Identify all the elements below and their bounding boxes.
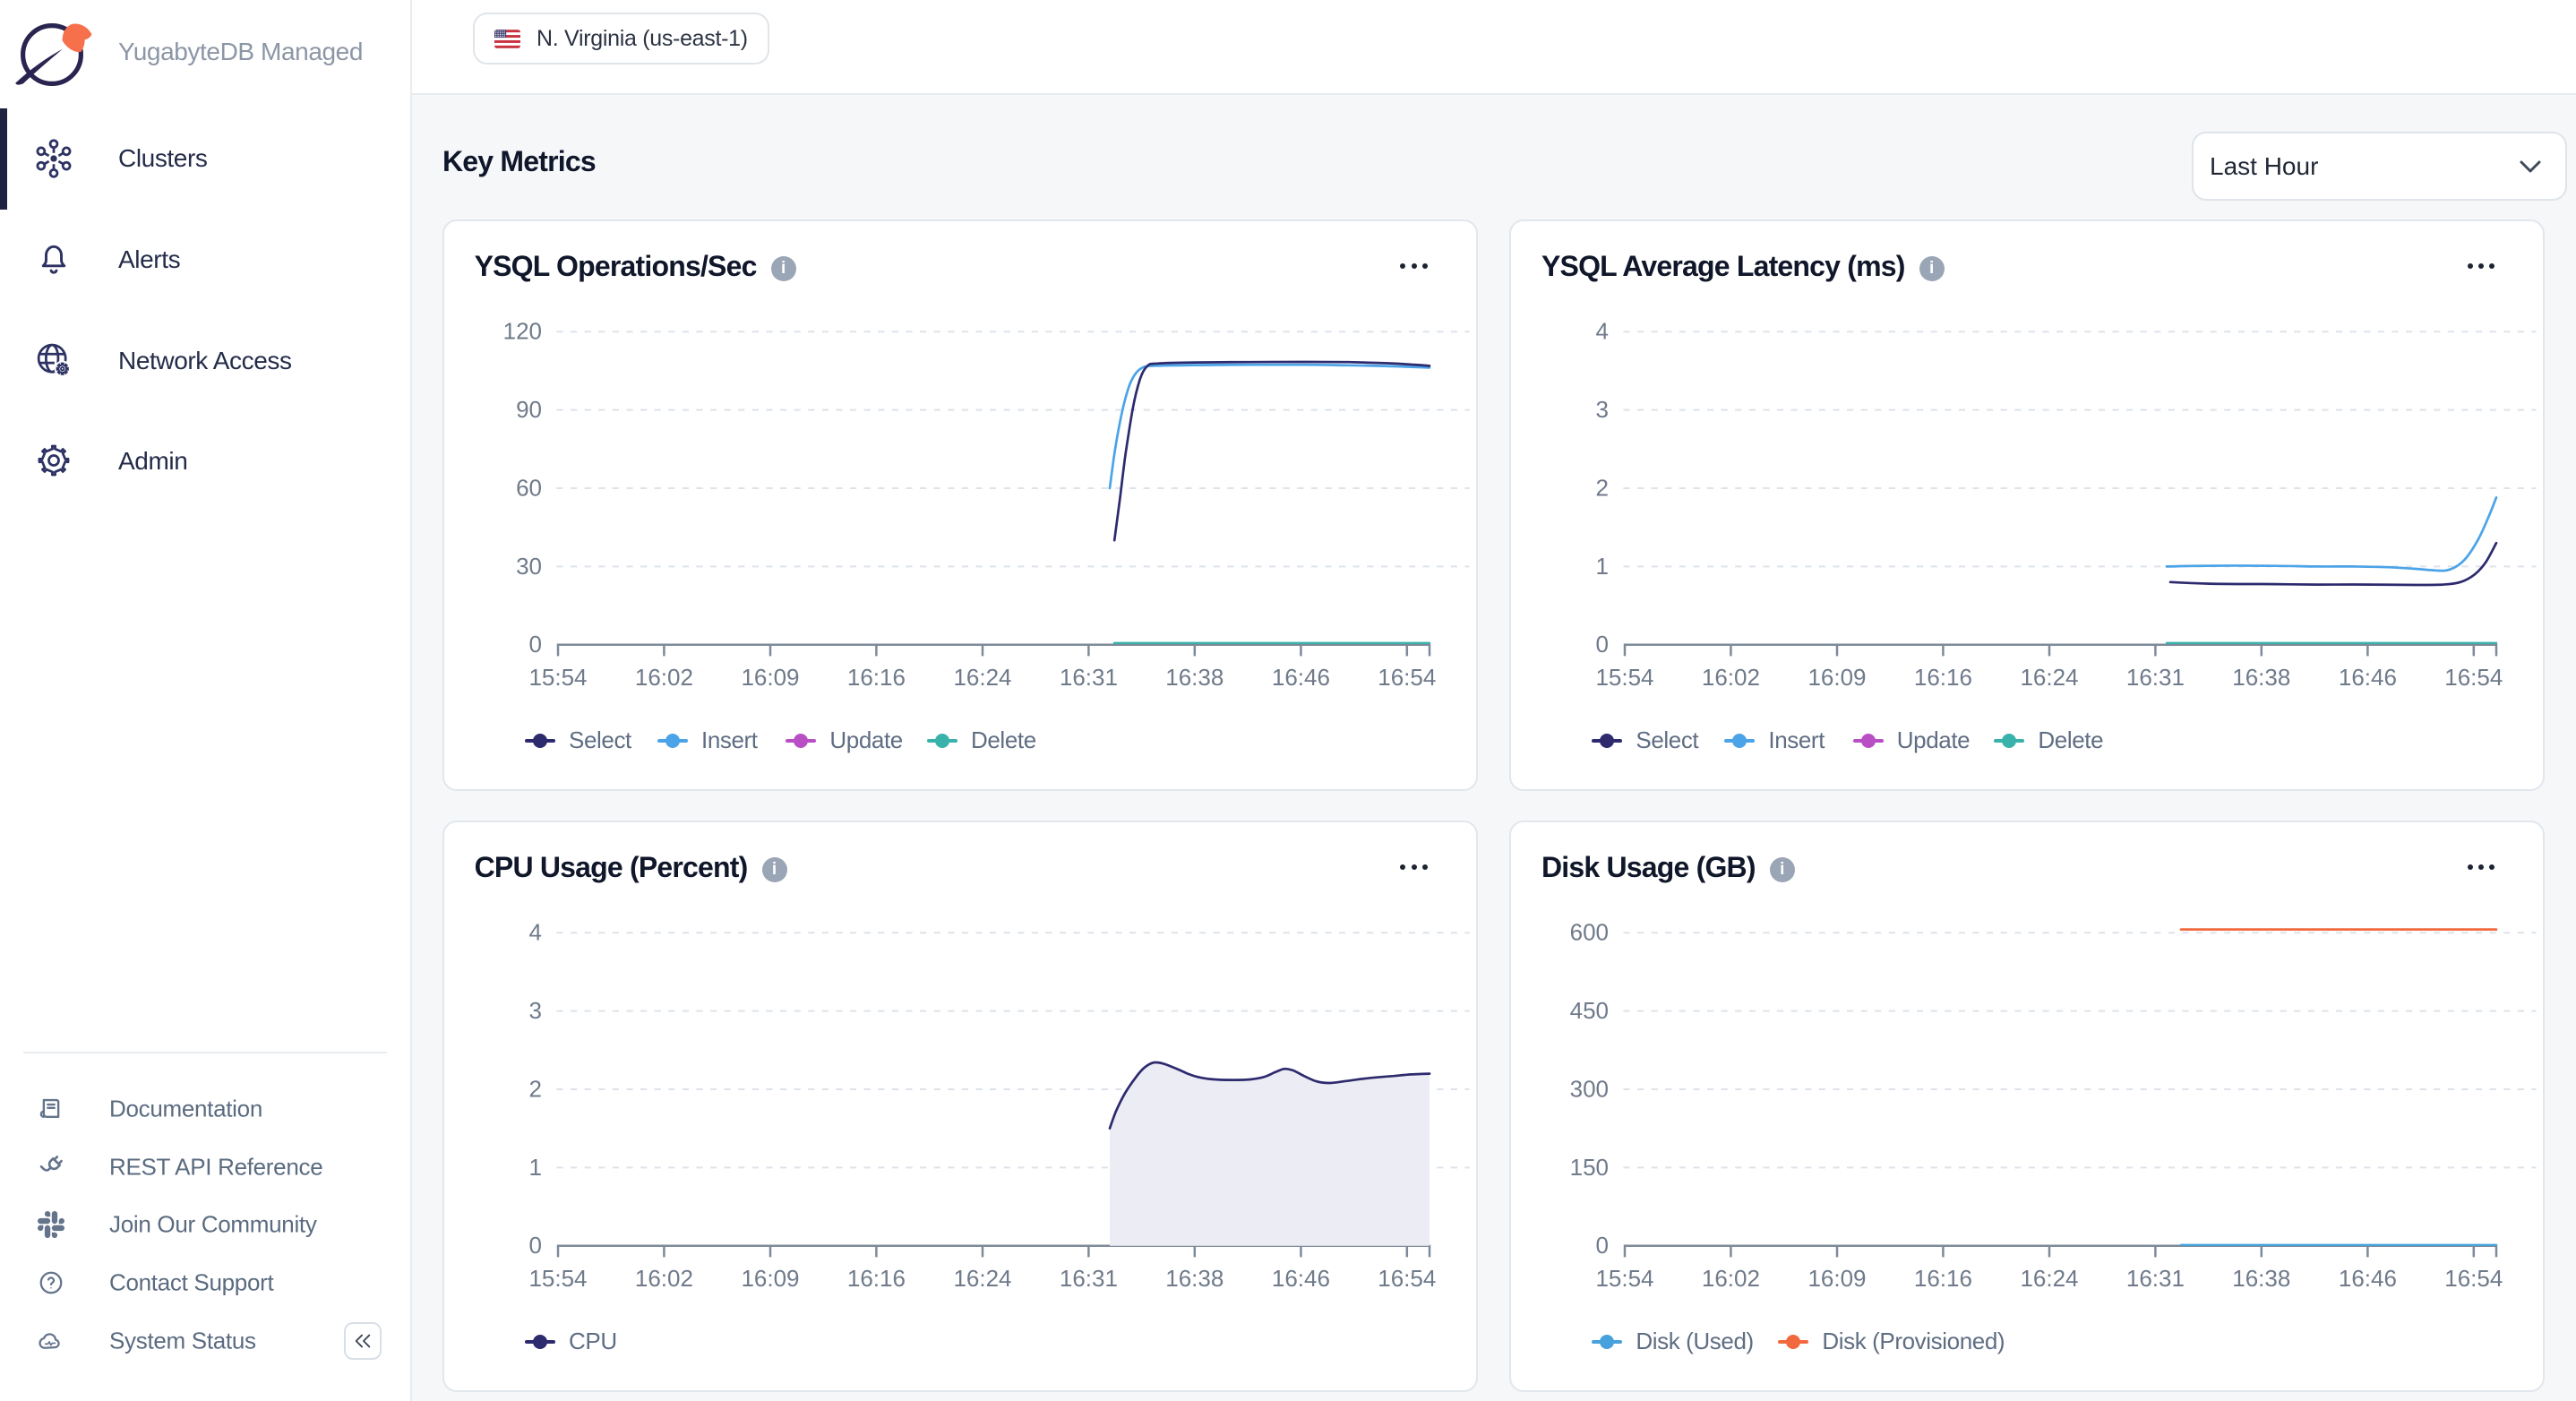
svg-text:16:31: 16:31 bbox=[1060, 664, 1118, 691]
svg-text:16:02: 16:02 bbox=[1702, 1266, 1760, 1293]
svg-text:0: 0 bbox=[1596, 1233, 1609, 1259]
svg-text:0: 0 bbox=[529, 631, 542, 658]
svg-text:16:38: 16:38 bbox=[2233, 1266, 2291, 1293]
svg-text:16:09: 16:09 bbox=[741, 1266, 799, 1293]
svg-text:16:24: 16:24 bbox=[953, 664, 1011, 691]
svg-text:15:54: 15:54 bbox=[1596, 1266, 1654, 1293]
svg-text:4: 4 bbox=[1596, 318, 1609, 345]
svg-text:1: 1 bbox=[1596, 553, 1609, 580]
svg-text:16:54: 16:54 bbox=[2445, 1266, 2503, 1293]
svg-text:90: 90 bbox=[516, 396, 542, 423]
svg-text:120: 120 bbox=[503, 318, 542, 345]
svg-text:2: 2 bbox=[529, 1076, 542, 1103]
svg-text:4: 4 bbox=[529, 919, 542, 946]
svg-text:16:46: 16:46 bbox=[2339, 1266, 2397, 1293]
svg-text:30: 30 bbox=[516, 553, 542, 580]
svg-text:16:24: 16:24 bbox=[953, 1266, 1011, 1293]
svg-text:2: 2 bbox=[1596, 474, 1609, 501]
svg-text:16:09: 16:09 bbox=[1808, 664, 1867, 691]
svg-text:15:54: 15:54 bbox=[1596, 664, 1654, 691]
svg-text:16:16: 16:16 bbox=[847, 1266, 906, 1293]
svg-text:16:54: 16:54 bbox=[1378, 664, 1436, 691]
svg-text:0: 0 bbox=[1596, 631, 1609, 658]
svg-text:16:02: 16:02 bbox=[635, 1266, 693, 1293]
svg-text:16:31: 16:31 bbox=[2126, 664, 2185, 691]
svg-text:16:31: 16:31 bbox=[2126, 1266, 2185, 1293]
svg-text:16:09: 16:09 bbox=[1808, 1266, 1867, 1293]
svg-text:15:54: 15:54 bbox=[528, 664, 587, 691]
svg-text:16:09: 16:09 bbox=[741, 664, 799, 691]
svg-text:16:02: 16:02 bbox=[635, 664, 693, 691]
svg-text:16:31: 16:31 bbox=[1060, 1266, 1118, 1293]
svg-text:16:46: 16:46 bbox=[1272, 664, 1330, 691]
svg-text:16:54: 16:54 bbox=[1378, 1266, 1436, 1293]
svg-text:3: 3 bbox=[1596, 396, 1609, 423]
svg-text:15:54: 15:54 bbox=[528, 1266, 587, 1293]
svg-text:3: 3 bbox=[529, 997, 542, 1024]
svg-text:16:02: 16:02 bbox=[1702, 664, 1760, 691]
svg-text:16:16: 16:16 bbox=[1914, 664, 1972, 691]
svg-text:16:24: 16:24 bbox=[2021, 1266, 2079, 1293]
svg-text:16:24: 16:24 bbox=[2021, 664, 2079, 691]
svg-text:16:16: 16:16 bbox=[847, 664, 906, 691]
svg-text:300: 300 bbox=[1570, 1076, 1609, 1103]
svg-text:450: 450 bbox=[1570, 997, 1609, 1024]
svg-text:60: 60 bbox=[516, 474, 542, 501]
svg-text:16:54: 16:54 bbox=[2445, 664, 2503, 691]
svg-text:16:46: 16:46 bbox=[2339, 664, 2397, 691]
svg-text:16:38: 16:38 bbox=[2233, 664, 2291, 691]
svg-text:1: 1 bbox=[529, 1154, 542, 1181]
svg-text:150: 150 bbox=[1570, 1154, 1609, 1181]
svg-text:16:16: 16:16 bbox=[1914, 1266, 1972, 1293]
svg-text:16:38: 16:38 bbox=[1165, 664, 1224, 691]
svg-text:16:46: 16:46 bbox=[1272, 1266, 1330, 1293]
svg-text:600: 600 bbox=[1570, 919, 1609, 946]
svg-text:0: 0 bbox=[529, 1233, 542, 1259]
svg-text:16:38: 16:38 bbox=[1165, 1266, 1224, 1293]
